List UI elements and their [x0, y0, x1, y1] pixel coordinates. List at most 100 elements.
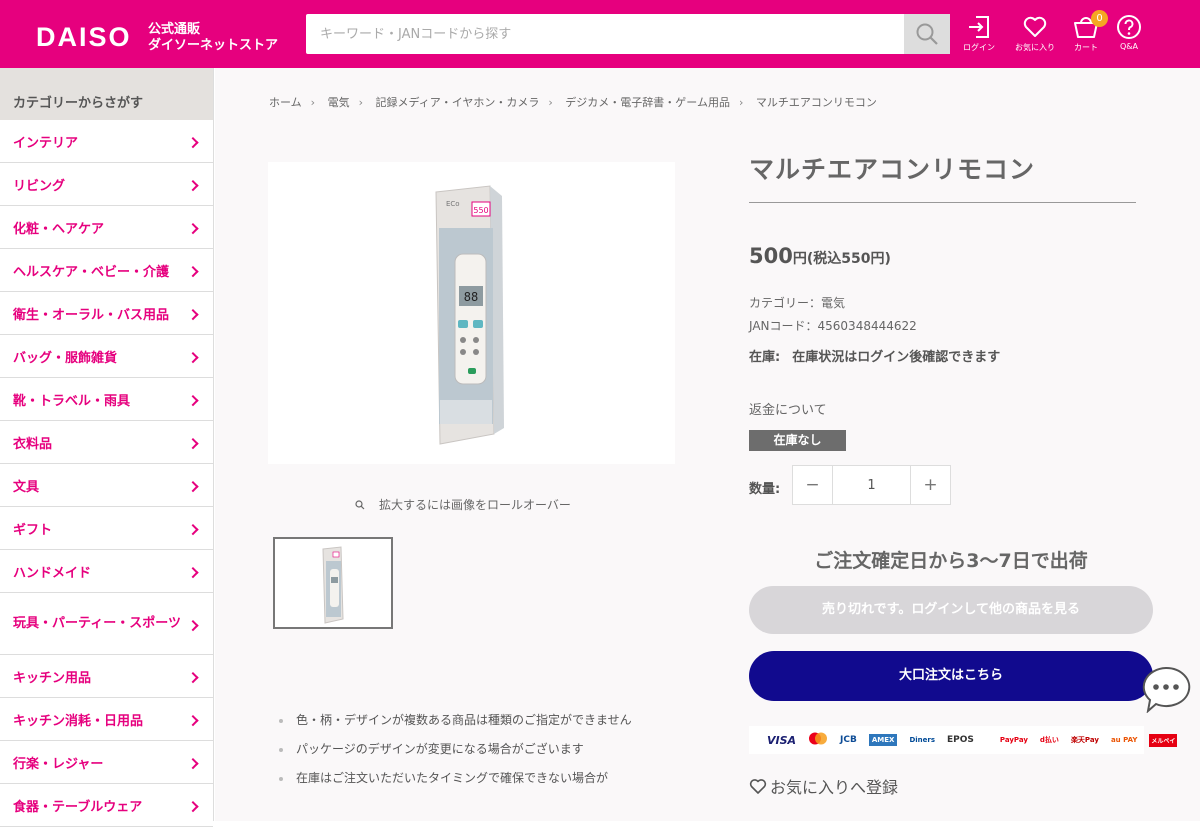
breadcrumb-home[interactable]: ホーム	[269, 96, 302, 109]
sidebar-item-shoes[interactable]: 靴・トラベル・雨具	[0, 378, 213, 421]
chevron-right-icon	[187, 437, 199, 450]
quantity-input[interactable]	[833, 466, 910, 504]
sidebar-heading: カテゴリーからさがす	[0, 68, 213, 120]
quantity-stepper: − +	[792, 465, 951, 505]
quantity-decrease-button[interactable]: −	[793, 466, 833, 504]
sidebar-item-kitchen[interactable]: キッチン用品	[0, 655, 213, 698]
title-divider	[749, 202, 1136, 203]
qa-button[interactable]: Q&A	[1104, 14, 1154, 60]
search-input[interactable]	[306, 14, 902, 54]
chevron-right-icon	[187, 714, 199, 727]
sidebar-item-stationery[interactable]: 文具	[0, 464, 213, 507]
search-bar	[306, 14, 950, 54]
amex-icon: AMEX	[868, 734, 898, 746]
breadcrumb: ホーム › 電気 › 記録メディア・イヤホン・カメラ › デジカメ・電子辞書・ゲーム用…	[269, 96, 877, 109]
sidebar-item-label: 玩具・パーティー・スポーツ	[13, 616, 181, 631]
breadcrumb-current: マルチエアコンリモコン	[755, 96, 877, 109]
sidebar-item-label: 衣料品	[13, 436, 53, 452]
chevron-right-icon	[187, 671, 199, 684]
sold-out-button[interactable]: 売り切れです。ログインして他の商品を見る	[749, 586, 1153, 634]
chevron-right-icon	[187, 757, 199, 770]
breadcrumb-electric[interactable]: 電気	[328, 96, 350, 109]
sidebar-item-interior[interactable]: インテリア	[0, 120, 213, 163]
sidebar-item-label: キッチン用品	[13, 670, 92, 686]
search-button[interactable]	[904, 14, 950, 54]
sidebar-item-label: 行楽・レジャー	[13, 756, 104, 772]
sidebar-item-leisure[interactable]: 行楽・レジャー	[0, 741, 213, 784]
jcb-icon: JCB	[840, 735, 857, 745]
chevron-right-icon	[187, 480, 199, 493]
heart-icon	[749, 778, 767, 794]
dbarai-icon: d払い	[1039, 736, 1059, 744]
logo-sub-line2: ダイソーネットストア	[148, 38, 279, 53]
sidebar-item-gift[interactable]: ギフト	[0, 507, 213, 550]
sidebar-item-label: ギフト	[13, 522, 53, 538]
note-item: 在庫はご注文いただいたタイミングで確保できない場合が	[277, 766, 667, 791]
chevron-right-icon	[187, 308, 199, 321]
sidebar-item-label: インテリア	[13, 135, 79, 151]
sidebar-item-kitchen-consumables[interactable]: キッチン消耗・日用品	[0, 698, 213, 741]
quantity-increase-button[interactable]: +	[910, 466, 950, 504]
login-button[interactable]: ログイン	[954, 14, 1004, 60]
chat-bubble-icon	[1142, 666, 1191, 714]
chevron-right-icon	[187, 136, 199, 149]
product-jan: JANコード：4560348444622	[749, 319, 917, 333]
thumbnail-illustration	[322, 546, 344, 624]
refund-link[interactable]: 返金について	[749, 399, 827, 418]
payment-methods: VISA JCB AMEX Diners EPOS PayPay d払い 楽天P…	[749, 726, 1178, 754]
category-sidebar: カテゴリーからさがす インテリア リビング 化粧・ヘアケア ヘルスケア・ベビー・…	[0, 68, 214, 827]
heart-icon	[1023, 16, 1047, 37]
sidebar-item-label: 靴・トラベル・雨具	[13, 393, 131, 409]
daiso-logo[interactable]: DAISO	[36, 22, 132, 52]
favorites-button[interactable]: お気に入り	[1010, 14, 1060, 60]
mastercard-icon	[808, 732, 828, 748]
login-label: ログイン	[963, 43, 995, 52]
question-icon	[1117, 15, 1141, 39]
out-of-stock-badge: 在庫なし	[749, 430, 846, 451]
chat-button[interactable]	[1140, 665, 1192, 714]
sidebar-item-label: 文具	[13, 479, 40, 495]
bulk-order-button[interactable]: 大口注文はこちら	[749, 651, 1153, 701]
sidebar-item-living[interactable]: リビング	[0, 163, 213, 206]
price-unit: 円(税込550円)	[792, 251, 891, 267]
price-value: 500	[749, 244, 793, 268]
zoom-note: 拡大するには画像をロールオーバー	[355, 496, 571, 513]
sidebar-item-cosmetics[interactable]: 化粧・ヘアケア	[0, 206, 213, 249]
quantity-label: 数量:	[749, 482, 781, 497]
product-category: カテゴリー：電気	[749, 296, 846, 310]
breadcrumb-camera[interactable]: デジカメ・電子辞書・ゲーム用品	[565, 96, 730, 109]
chevron-right-icon	[187, 179, 199, 192]
chevron-right-icon	[187, 566, 199, 579]
sidebar-item-clothing[interactable]: 衣料品	[0, 421, 213, 464]
login-icon	[969, 16, 989, 38]
qa-label: Q&A	[1119, 42, 1138, 51]
package-price-tag: 550	[473, 206, 488, 215]
header: DAISO 公式通販 ダイソーネットストア ログイン お気に入り 0 カート Q…	[0, 0, 1200, 68]
breadcrumb-media[interactable]: 記録メディア・イヤホン・カメラ	[375, 96, 539, 109]
sidebar-item-handmade[interactable]: ハンドメイド	[0, 550, 213, 593]
chevron-right-icon	[187, 394, 199, 407]
sidebar-item-bags[interactable]: バッグ・服飾雑貨	[0, 335, 213, 378]
remote-package-illustration: 88 550 ECo	[435, 185, 504, 445]
add-favorite-button[interactable]: お気に入りへ登録	[749, 774, 898, 798]
sidebar-item-hygiene[interactable]: 衛生・オーラル・バス用品	[0, 292, 213, 335]
stock-text: 在庫状況はログイン後確認できます	[792, 350, 1001, 365]
product-title: マルチエアコンリモコン	[749, 155, 1036, 184]
product-notes: 色・柄・デザインが複数ある商品は種類のご指定ができません パッケージのデザインが…	[277, 708, 667, 795]
logo-subtitle[interactable]: 公式通販 ダイソーネットストア	[148, 22, 278, 54]
chevron-right-icon	[187, 523, 199, 536]
product-price: 500円(税込550円)	[749, 244, 891, 268]
product-thumbnail[interactable]	[273, 537, 393, 629]
au-pay-icon: au PAY	[1110, 736, 1138, 744]
sidebar-item-label: バッグ・服飾雑貨	[13, 350, 118, 366]
chevron-right-icon	[187, 800, 199, 813]
zoom-note-text: 拡大するには画像をロールオーバー	[379, 498, 571, 512]
sidebar-item-toys[interactable]: 玩具・パーティー・スポーツ	[0, 593, 213, 655]
chevron-right-icon	[187, 351, 199, 364]
product-image[interactable]: 88 550 ECo	[268, 162, 675, 464]
diners-icon: Diners	[909, 736, 935, 744]
visa-icon: VISA	[767, 733, 797, 747]
paypay-icon: PayPay	[999, 736, 1028, 744]
sidebar-item-label: ヘルスケア・ベビー・介護	[13, 264, 170, 280]
sidebar-item-healthcare[interactable]: ヘルスケア・ベビー・介護	[0, 249, 213, 292]
